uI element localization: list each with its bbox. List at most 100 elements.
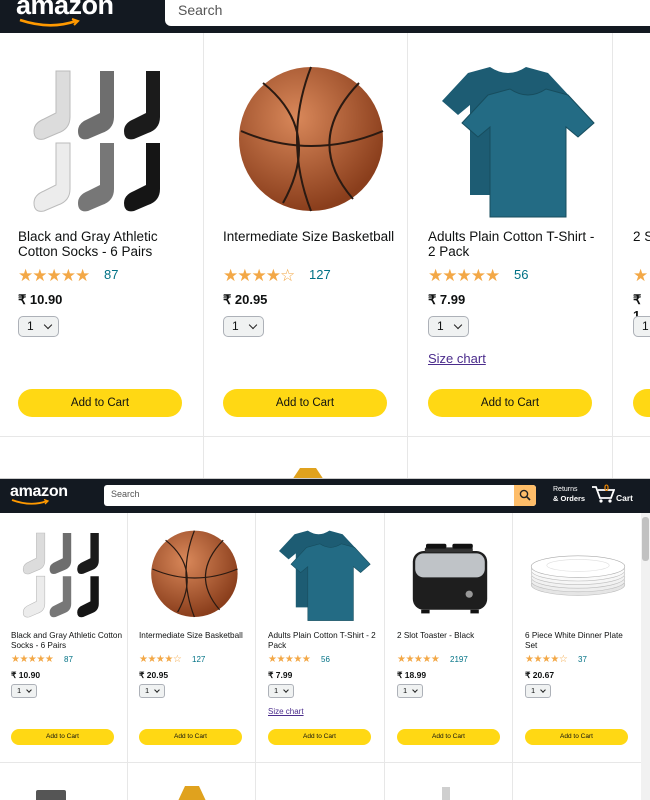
- chevron-down-icon: [43, 320, 53, 330]
- product-title[interactable]: 6 Piece White Dinner Plate Set: [525, 631, 637, 651]
- search-placeholder: Search: [178, 2, 223, 18]
- quantity-value: 1: [274, 686, 279, 695]
- add-to-cart-button[interactable]: Add to Cart: [428, 389, 592, 417]
- star-rating: ★★★★★: [18, 266, 90, 285]
- chevron-down-icon: [540, 687, 546, 693]
- add-to-cart-button[interactable]: Add to Cart: [18, 389, 182, 417]
- quantity-select[interactable]: 1: [633, 316, 650, 337]
- quantity-select[interactable]: 1: [139, 684, 165, 698]
- rating-count[interactable]: 37: [578, 655, 587, 664]
- quantity-select[interactable]: 1: [11, 684, 37, 698]
- product-card-partial: 2 S ★ ₹ 1 1: [615, 33, 650, 437]
- next-row-product-peek: [178, 786, 206, 800]
- quantity-select[interactable]: 1: [525, 684, 551, 698]
- search-input[interactable]: Search: [104, 485, 536, 506]
- star-rating: ★★★★★: [11, 654, 54, 665]
- product-price: ₹ 20.95: [139, 670, 169, 680]
- product-price: ₹ 20.95: [223, 292, 268, 307]
- product-title[interactable]: Intermediate Size Basketball: [223, 229, 395, 244]
- orders-label: & Orders: [553, 494, 586, 503]
- quantity-value: 1: [437, 319, 444, 333]
- product-card-basketball: Intermediate Size Basketball ★★★★☆ 127 ₹…: [205, 33, 410, 437]
- next-row-product-peek: [293, 468, 323, 478]
- quantity-value: 1: [232, 319, 239, 333]
- product-card-socks: Black and Gray Athletic Cotton Socks - 6…: [0, 33, 205, 437]
- returns-label: Returns: [553, 486, 578, 493]
- star-rating: ★★★★☆: [139, 654, 182, 665]
- rating-count[interactable]: 127: [192, 655, 205, 664]
- star-rating: ★★★★★: [428, 266, 500, 285]
- cart-button[interactable]: 0 Cart: [591, 483, 633, 506]
- cart-count: 0: [604, 483, 610, 493]
- quantity-select[interactable]: 1: [268, 684, 294, 698]
- product-title[interactable]: 2 S: [633, 229, 650, 244]
- full-page-view: amazon Search Returns & Orders 0 Cart Bl…: [0, 478, 650, 800]
- add-to-cart-button[interactable]: Add to Cart: [223, 389, 387, 417]
- next-row-product-peek: [442, 787, 450, 800]
- star-rating: ★★★★☆: [525, 654, 568, 665]
- search-button[interactable]: [514, 485, 536, 506]
- product-title[interactable]: Black and Gray Athletic Cotton Socks - 6…: [18, 229, 190, 259]
- add-to-cart-button[interactable]: Add to Cart: [11, 729, 114, 745]
- product-price: ₹ 7.99: [428, 292, 466, 307]
- product-card-plates: 6 Piece White Dinner Plate Set ★★★★☆ 37 …: [514, 513, 642, 763]
- size-chart-link[interactable]: Size chart: [268, 707, 304, 716]
- rating-count[interactable]: 56: [514, 267, 528, 282]
- scrollbar-thumb[interactable]: [642, 517, 649, 561]
- product-price: ₹ 20.67: [525, 670, 555, 680]
- quantity-value: 1: [403, 686, 408, 695]
- tshirt-image: [442, 67, 595, 218]
- star-rating: ★★★★☆: [223, 266, 295, 285]
- logo-smile-icon: [19, 18, 80, 27]
- chevron-down-icon: [453, 320, 463, 330]
- product-price: ₹ 7.99: [268, 670, 293, 680]
- product-card-basketball: Intermediate Size Basketball ★★★★☆ 127 ₹…: [128, 513, 256, 763]
- add-to-cart-button[interactable]: Add to Cart: [525, 729, 628, 745]
- site-header: amazon Search Returns & Orders 0 Cart: [0, 479, 650, 513]
- rating-count[interactable]: 56: [321, 655, 330, 664]
- rating-count[interactable]: 127: [309, 267, 331, 282]
- quantity-value: 1: [531, 686, 536, 695]
- zoomed-page-view: amazon Search Black and Gray Athletic Co…: [0, 0, 650, 478]
- rating-count[interactable]: 87: [104, 267, 118, 282]
- add-to-cart-button[interactable]: [633, 389, 650, 417]
- product-title[interactable]: Black and Gray Athletic Cotton Socks - 6…: [11, 631, 123, 651]
- star-rating: ★★★★★: [268, 654, 311, 665]
- add-to-cart-button[interactable]: Add to Cart: [397, 729, 500, 745]
- quantity-value: 1: [17, 686, 22, 695]
- search-icon: [519, 489, 531, 501]
- product-title[interactable]: Intermediate Size Basketball: [139, 631, 251, 641]
- socks-image: [33, 70, 160, 212]
- rating-count[interactable]: 87: [64, 655, 73, 664]
- quantity-select[interactable]: 1: [18, 316, 59, 337]
- product-price: ₹ 18.99: [397, 670, 427, 680]
- cart-icon: [592, 486, 616, 503]
- product-title[interactable]: Adults Plain Cotton T-Shirt - 2 Pack: [428, 229, 600, 259]
- product-card-tshirt: Adults Plain Cotton T-Shirt - 2 Pack ★★★…: [410, 33, 615, 437]
- returns-orders-link[interactable]: Returns & Orders: [553, 485, 585, 504]
- product-title[interactable]: Adults Plain Cotton T-Shirt - 2 Pack: [268, 631, 380, 651]
- size-chart-link[interactable]: Size chart: [428, 351, 486, 366]
- quantity-select[interactable]: 1: [428, 316, 469, 337]
- quantity-select[interactable]: 1: [223, 316, 264, 337]
- star-rating: ★: [633, 266, 648, 285]
- tshirt-image: [279, 530, 371, 621]
- basketball-image: [239, 66, 384, 212]
- chevron-down-icon: [412, 687, 418, 693]
- quantity-select[interactable]: 1: [397, 684, 423, 698]
- search-input[interactable]: Search: [165, 0, 650, 26]
- product-card-socks: Black and Gray Athletic Cotton Socks - 6…: [0, 513, 128, 763]
- chevron-down-icon: [26, 687, 32, 693]
- logo-smile-icon: [11, 499, 50, 505]
- add-to-cart-button[interactable]: Add to Cart: [268, 729, 371, 745]
- plates-image: [530, 555, 626, 596]
- add-to-cart-button[interactable]: Add to Cart: [139, 729, 242, 745]
- product-price: ₹ 10.90: [11, 670, 41, 680]
- chevron-down-icon: [248, 320, 258, 330]
- basketball-image: [151, 530, 238, 618]
- product-price: ₹ 10.90: [18, 292, 63, 307]
- site-header: amazon Search: [0, 0, 650, 33]
- rating-count[interactable]: 2197: [450, 655, 468, 664]
- chevron-down-icon: [154, 687, 160, 693]
- product-title[interactable]: 2 Slot Toaster - Black: [397, 631, 509, 641]
